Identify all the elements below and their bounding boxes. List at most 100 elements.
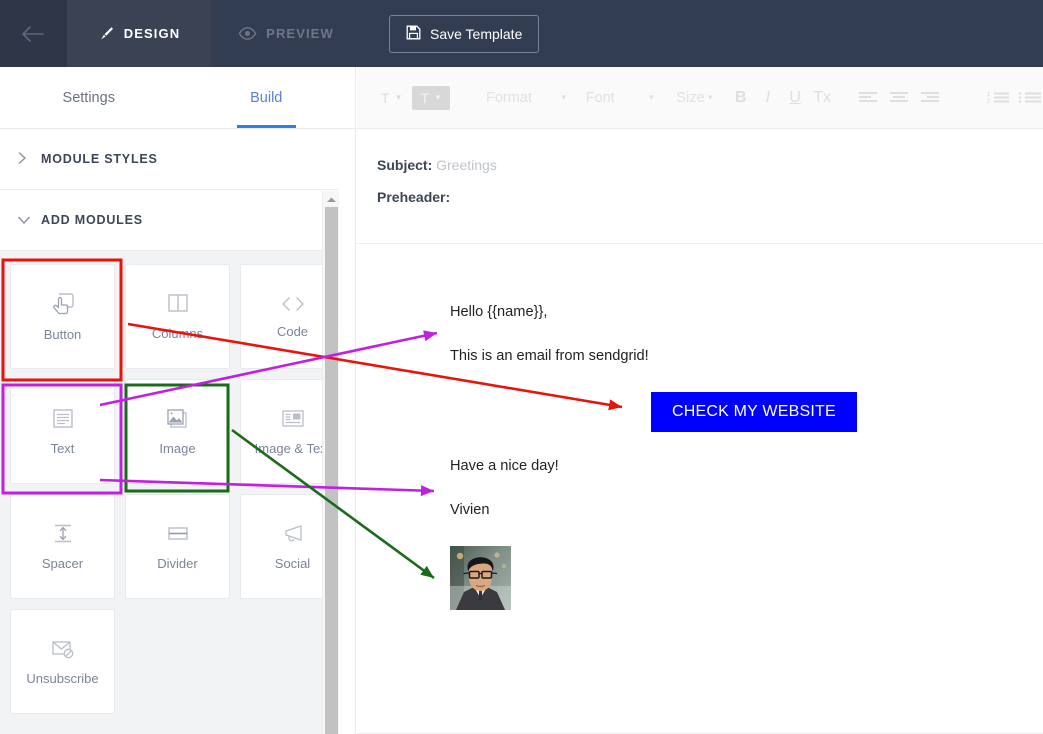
tab-settings-label: Settings [62, 89, 115, 106]
align-center-icon[interactable] [888, 85, 911, 111]
chevron-down-icon: ▼ [394, 92, 403, 102]
save-template-button[interactable]: Save Template [389, 14, 540, 53]
chevron-right-icon [18, 152, 28, 166]
tab-settings[interactable]: Settings [0, 67, 178, 128]
image-icon [164, 407, 192, 431]
module-image[interactable]: Image [125, 379, 230, 484]
tab-design-label: DESIGN [123, 26, 181, 41]
chevron-down-icon: ▼ [706, 92, 715, 102]
background-color-label: T [420, 89, 430, 106]
svg-text:1: 1 [987, 92, 990, 98]
module-social-label: Social [274, 556, 311, 571]
module-text[interactable]: Text [10, 379, 115, 484]
email-line-1[interactable]: This is an email from sendgrid! [450, 348, 1043, 364]
module-code-label: Code [276, 324, 309, 339]
ordered-list-icon[interactable]: 1 2 [987, 85, 1011, 111]
caret-up-icon[interactable] [323, 191, 339, 207]
align-left-icon[interactable] [857, 85, 880, 111]
tab-build[interactable]: Build [178, 67, 356, 128]
module-cell: Spacer [5, 489, 120, 604]
font-select[interactable]: Font ▼ [586, 90, 656, 106]
sidebar-scrollbar[interactable] [322, 191, 339, 734]
eye-icon [238, 26, 257, 41]
megaphone-icon [279, 522, 307, 546]
module-image-label: Image [159, 441, 196, 456]
module-cell: Divider [120, 489, 235, 604]
module-unsubscribe-label: Unsubscribe [26, 671, 99, 686]
module-spacer[interactable]: Spacer [10, 494, 115, 599]
signature-photo-wrap[interactable] [450, 546, 1043, 610]
modules-area: Button Columns Code Text Image Image & T… [0, 251, 339, 734]
background-color-button[interactable]: T ▼ [412, 85, 450, 110]
module-columns-label: Columns [151, 326, 204, 341]
text-color-button[interactable]: T ▼ [375, 86, 408, 110]
module-spacer-label: Spacer [41, 556, 84, 571]
check-my-website-button[interactable]: CHECK MY WEBSITE [651, 392, 857, 432]
email-body-canvas: Hello {{name}}, This is an email from se… [357, 244, 1043, 734]
preheader-row[interactable]: Preheader: [377, 189, 1043, 205]
sidebar-scrollbar-thumb[interactable] [325, 207, 338, 734]
back-button[interactable] [0, 0, 67, 67]
subject-value: Greetings [436, 157, 497, 173]
subject-row[interactable]: Subject: Greetings [377, 157, 1043, 173]
email-signature[interactable]: Vivien [450, 502, 1043, 518]
tab-preview[interactable]: PREVIEW [211, 0, 361, 67]
clear-format-label: Tx [813, 88, 832, 106]
size-select[interactable]: Size ▼ [676, 90, 714, 106]
email-body-inner: Hello {{name}}, This is an email from se… [357, 244, 1043, 610]
clear-format-button[interactable]: Tx [812, 84, 833, 112]
align-right-icon[interactable] [918, 85, 941, 111]
bold-button[interactable]: B [730, 84, 751, 112]
chevron-down-icon: ▼ [559, 92, 568, 102]
section-add-modules[interactable]: ADD MODULES [0, 190, 339, 251]
code-brackets-icon [276, 294, 310, 314]
chevron-down-icon: ▼ [434, 92, 442, 102]
module-button-label: Button [43, 327, 82, 342]
text-lines-icon [50, 407, 76, 431]
module-columns[interactable]: Columns [125, 264, 230, 369]
font-select-label: Font [585, 89, 615, 106]
left-panel: Settings Build MODULE STYLES ADD MODULES [0, 67, 356, 734]
chevron-down-icon [18, 214, 30, 227]
save-template-label: Save Template [430, 25, 523, 42]
spacer-arrows-icon [50, 522, 76, 546]
tab-preview-label: PREVIEW [266, 26, 334, 41]
email-greeting[interactable]: Hello {{name}}, [450, 304, 1043, 320]
top-bar: DESIGN PREVIEW Save Template [0, 0, 1043, 67]
underline-button[interactable]: U [785, 84, 806, 112]
columns-icon [165, 292, 191, 316]
profile-photo-image [450, 546, 511, 610]
module-cell: Unsubscribe [5, 604, 120, 719]
format-select[interactable]: Format ▼ [486, 90, 568, 106]
envelope-block-icon [49, 637, 77, 661]
unordered-list-icon[interactable] [1018, 85, 1043, 111]
module-image-text-label: Image & Text [254, 441, 331, 456]
floppy-disk-icon [406, 25, 421, 43]
italic-label: I [765, 88, 771, 106]
module-divider[interactable]: Divider [125, 494, 230, 599]
format-toolbar: T ▼ T ▼ Format ▼ Font ▼ Size ▼ B I U Tx … [357, 67, 1043, 129]
app-root: DESIGN PREVIEW Save Template Settings Bu… [0, 0, 1043, 734]
italic-button[interactable]: I [757, 84, 778, 112]
module-unsubscribe[interactable]: Unsubscribe [10, 609, 115, 714]
save-template-wrap: Save Template [389, 0, 540, 67]
size-select-label: Size [676, 89, 705, 106]
module-cell: Text [5, 374, 120, 489]
chevron-down-icon: ▼ [647, 92, 656, 102]
module-button[interactable]: Button [10, 264, 115, 369]
tab-build-label: Build [250, 89, 283, 106]
text-color-label: T [381, 89, 390, 106]
email-closing[interactable]: Have a nice day! [450, 458, 1043, 474]
tab-design[interactable]: DESIGN [67, 0, 211, 67]
panel-body: MODULE STYLES ADD MODULES Button Columns… [0, 129, 339, 734]
module-cell: Image [120, 374, 235, 489]
section-add-modules-label: ADD MODULES [41, 213, 143, 227]
module-divider-label: Divider [157, 556, 198, 571]
button-tap-icon [50, 291, 76, 317]
section-module-styles[interactable]: MODULE STYLES [0, 129, 339, 190]
section-module-styles-label: MODULE STYLES [41, 152, 158, 166]
module-text-label: Text [50, 441, 75, 456]
brush-icon [98, 25, 115, 42]
format-select-label: Format [485, 89, 532, 106]
subject-label: Subject: [377, 157, 433, 173]
